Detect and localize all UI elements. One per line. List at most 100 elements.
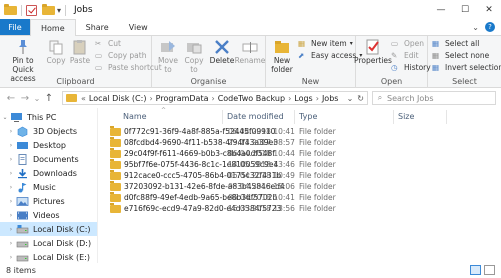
recent-locations-chevron-icon[interactable]: ⌄ [32, 94, 42, 103]
tab-home[interactable]: Home [30, 19, 76, 36]
expand-chevron-icon[interactable]: › [6, 184, 16, 191]
column-divider[interactable] [294, 110, 295, 124]
paste-button[interactable]: Paste [69, 39, 91, 65]
move-to-button[interactable]: Move to [156, 39, 180, 74]
paste-label: Paste [69, 56, 91, 65]
back-button[interactable]: ← [4, 93, 18, 104]
nav-item-videos[interactable]: › Videos [0, 208, 97, 222]
expand-chevron-icon[interactable]: › [6, 142, 16, 149]
customize-toolbar-chevron-icon[interactable]: ▾ [57, 6, 61, 15]
folder-icon [110, 136, 121, 147]
delete-button[interactable]: Delete [210, 39, 234, 65]
forward-button[interactable]: → [18, 93, 32, 104]
folder-icon [110, 169, 121, 180]
nav-item-local-disk-c[interactable]: › Local Disk (C:) [0, 222, 97, 236]
open-button[interactable]: ▭ Open [391, 39, 424, 48]
column-header-name[interactable]: Name [123, 108, 147, 124]
nav-item-local-disk-d[interactable]: › Local Disk (D:) [0, 236, 97, 250]
new-item-button[interactable]: ▦ New item ▾ [298, 39, 353, 48]
copy-button[interactable]: Copy [45, 39, 67, 65]
properties-check-icon[interactable] [26, 4, 37, 16]
table-row[interactable]: 37203092-b131-42e6-8fde-a83b45846ed4 05.… [99, 180, 501, 192]
easy-access-button[interactable]: ⬈ Easy access ▾ [298, 51, 362, 60]
table-row[interactable]: d0fc88f9-49ef-4edb-9a65-be8b3df5702b 06.… [99, 191, 501, 203]
help-icon[interactable]: ? [485, 22, 495, 32]
history-icon: ◷ [391, 63, 398, 72]
expand-ribbon-chevron-icon[interactable]: ⌄ [472, 23, 479, 32]
tab-view[interactable]: View [119, 19, 158, 35]
large-icons-view-icon[interactable] [484, 265, 495, 275]
column-header-size[interactable]: Size [398, 108, 414, 124]
copy-to-button[interactable]: Copy to [182, 39, 206, 74]
breadcrumb-jobs[interactable]: Jobs [320, 94, 341, 103]
breadcrumb-overflow[interactable]: « [80, 94, 87, 103]
organise-group-label: Organise [190, 77, 227, 86]
edit-button[interactable]: ✎ Edit [391, 51, 419, 60]
table-row[interactable]: 08fcdbd4-9690-4f11-b538-4f94f43a39e3 23.… [99, 136, 501, 148]
tab-file[interactable]: File [0, 19, 30, 35]
table-row[interactable]: 29c04f9f-f611-4669-b0b3-c8b4a0df548f 06.… [99, 147, 501, 159]
pictures-icon [16, 196, 29, 206]
search-icon: ⌕ [377, 93, 383, 102]
file-type: File folder [299, 182, 336, 191]
breadcrumb-local-disk-c[interactable]: Local Disk (C:) [87, 94, 149, 103]
tab-share[interactable]: Share [76, 19, 119, 35]
column-divider[interactable] [393, 110, 394, 124]
column-header-type[interactable]: Type [299, 108, 317, 124]
maximize-button[interactable]: ☐ [453, 0, 477, 20]
refresh-icon[interactable]: ↻ [357, 94, 364, 103]
table-row[interactable]: 0f772c91-36f9-4a8f-885a-f52445f09910 06.… [99, 125, 501, 137]
new-folder-button[interactable]: New folder [269, 39, 295, 74]
nav-item-label: Local Disk (C:) [33, 224, 91, 234]
nav-item-3d-objects[interactable]: › 3D Objects [0, 124, 97, 138]
minimize-button[interactable]: — [429, 0, 453, 20]
file-date: 16.05.2018 13:56 [228, 204, 295, 213]
breadcrumb-logs[interactable]: Logs [292, 94, 314, 103]
breadcrumb-codetwo-backup[interactable]: CodeTwo Backup [216, 94, 287, 103]
nav-item-local-disk-e[interactable]: › Local Disk (E:) [0, 250, 97, 264]
expand-chevron-icon[interactable]: › [6, 128, 16, 135]
nav-item-desktop[interactable]: › Desktop [0, 138, 97, 152]
drive-icon [16, 255, 29, 261]
breadcrumb-programdata[interactable]: ProgramData [154, 94, 211, 103]
search-input[interactable]: ⌕ Search Jobs [372, 91, 496, 105]
address-bar[interactable]: « Local Disk (C:) › ProgramData › CodeTw… [62, 91, 368, 105]
expand-chevron-icon[interactable]: › [6, 198, 16, 205]
select-all-button[interactable]: ▦ Select all [432, 39, 479, 48]
nav-item-pictures[interactable]: › Pictures [0, 194, 97, 208]
properties-button[interactable]: Properties [354, 39, 392, 65]
history-label: History [404, 63, 431, 72]
expand-chevron-icon[interactable]: › [6, 156, 16, 163]
expand-chevron-icon[interactable]: › [6, 240, 16, 247]
copy-path-button[interactable]: ▭ Copy path [95, 51, 146, 60]
invert-selection-button[interactable]: ▦ Invert selection [432, 63, 501, 72]
cut-button[interactable]: ✂ Cut [95, 39, 121, 48]
table-row[interactable]: 95bf7f6e-075f-4436-8c1c-1e810059c9e4 14.… [99, 158, 501, 170]
up-button[interactable]: ↑ [42, 93, 56, 104]
details-view-icon[interactable] [470, 265, 481, 275]
column-divider[interactable] [222, 110, 223, 124]
expand-chevron-icon[interactable]: ⌄ [0, 114, 10, 121]
expand-chevron-icon[interactable]: › [6, 226, 16, 233]
file-date: 05.04.2018 15:06 [228, 182, 295, 191]
delete-label: Delete [209, 56, 235, 65]
nav-item-this-pc[interactable]: ⌄ This PC [0, 110, 97, 124]
select-none-button[interactable]: ▦ Select none [432, 51, 489, 60]
column-header-date-modified[interactable]: Date modified [227, 108, 284, 124]
expand-chevron-icon[interactable]: › [6, 212, 16, 219]
rename-button[interactable]: Rename [235, 39, 265, 65]
nav-item-downloads[interactable]: › Downloads [0, 166, 97, 180]
table-row[interactable]: 912cace0-ccc5-4705-86b4-0175c32f431b 06.… [99, 169, 501, 181]
move-to-label: Move to [157, 56, 179, 74]
table-row[interactable]: e716f69c-ecd9-47a9-82d0-e4d3384f5723 16.… [99, 202, 501, 214]
expand-chevron-icon[interactable]: › [6, 170, 16, 177]
downloads-icon [18, 168, 27, 178]
nav-item-documents[interactable]: › Documents [0, 152, 97, 166]
history-button[interactable]: ◷ History [391, 63, 431, 72]
column-divider[interactable] [446, 110, 447, 124]
nav-item-music[interactable]: › Music [0, 180, 97, 194]
close-button[interactable]: ✕ [477, 0, 501, 20]
new-folder-icon[interactable] [42, 3, 55, 15]
expand-chevron-icon[interactable]: › [6, 254, 16, 261]
address-dropdown-chevron-icon[interactable]: ⌄ [347, 94, 354, 103]
